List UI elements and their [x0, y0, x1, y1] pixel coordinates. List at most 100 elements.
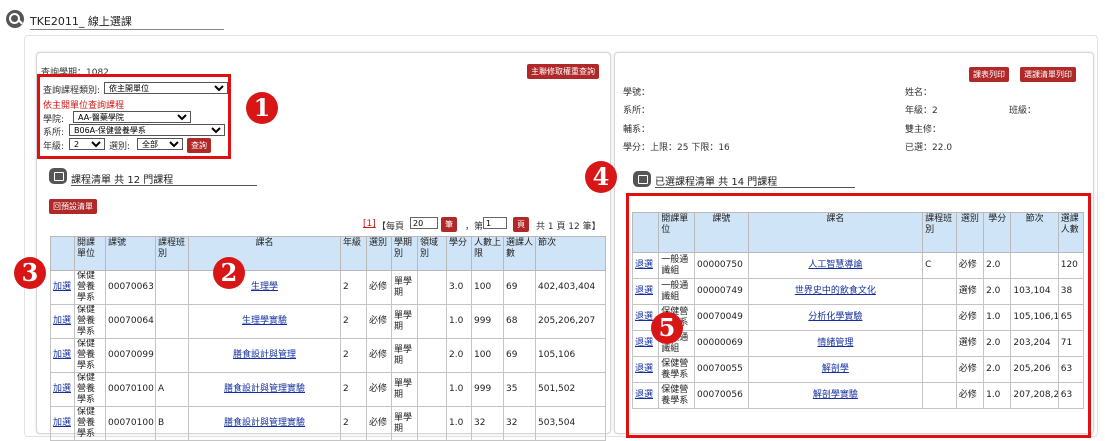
elective-cell: 必修	[366, 338, 392, 373]
main-query-button[interactable]: 主聯修取權重查詢	[527, 64, 599, 79]
add-course-link[interactable]: 加選	[50, 304, 75, 339]
domain-cell	[417, 372, 447, 407]
print-schedule-button[interactable]: 課表列印	[969, 67, 1009, 82]
header-course-no: 課號	[105, 236, 156, 271]
table-row: 加選 保健營養學系 00070100 A 膳食設計與管理實驗 2 必修 單學期 …	[50, 372, 606, 407]
edit-list-icon	[633, 171, 651, 187]
enrolled-cell: 68	[503, 304, 536, 339]
header-grade: 年級	[340, 236, 367, 271]
selected-list-title: 已選課程清單 共 14 門課程	[655, 177, 778, 188]
table-row: 加選 保健營養學系 00070100 B 膳食設計與管理實驗 2 必修 單學期 …	[50, 406, 606, 441]
table-row: 加選 保健營養學系 00070064 生理學實驗 2 必修 單學期 1.0 99…	[50, 304, 606, 339]
minor-label: 輔系：	[623, 125, 651, 135]
header-capacity: 人數上限	[471, 236, 504, 271]
grade-cell: 2	[340, 270, 367, 305]
class-cell: B	[155, 406, 189, 441]
semester-cell: 單學期	[391, 270, 418, 305]
pagination-summary: 共 1 頁 12 筆】	[536, 222, 601, 232]
selected-list-underline	[655, 187, 855, 188]
table-row: 加選 保健營養學系 00070099 膳食設計與管理 2 必修 單學期 2.0 …	[50, 338, 606, 373]
course-table-header: 開課單位 課號 課程班別 課名 年級 選別 學期別 領域別 學分 人數上限 選課…	[50, 236, 606, 271]
credits-cell: 1.0	[446, 372, 472, 407]
header-elective: 選別	[366, 236, 392, 271]
header-domain: 領域別	[417, 236, 447, 271]
per-page-button[interactable]: 筆	[441, 217, 457, 232]
semester-cell: 單學期	[391, 304, 418, 339]
elective-cell: 必修	[366, 406, 392, 441]
grade-cell: 2	[340, 338, 367, 373]
title-bar: TKE2011_ 線上選課	[6, 10, 224, 30]
add-course-link[interactable]: 加選	[50, 338, 75, 373]
course-name-link[interactable]: 生理學實驗	[188, 304, 341, 339]
course-table: 開課單位 課號 課程班別 課名 年級 選別 學期別 領域別 學分 人數上限 選課…	[50, 236, 606, 441]
periods-cell: 501,502	[535, 372, 606, 407]
enrolled-cell: 69	[503, 270, 536, 305]
annotation-badge-5: 5	[651, 312, 683, 344]
add-course-link[interactable]: 加選	[50, 372, 75, 407]
class-info-label: 班級：	[1009, 106, 1037, 116]
add-course-link[interactable]: 加選	[50, 406, 75, 441]
back-to-default-button[interactable]: 回預設清單	[49, 199, 97, 214]
class-cell	[155, 270, 189, 305]
unit-cell: 保健營養學系	[74, 372, 106, 407]
enrolled-cell: 69	[503, 338, 536, 373]
course-list-underline	[71, 185, 257, 186]
double-major-label: 雙主修：	[905, 125, 942, 135]
course-no-cell: 00070100	[105, 372, 156, 407]
course-no-cell: 00070099	[105, 338, 156, 373]
print-list-button[interactable]: 選課清單列印	[1020, 67, 1076, 82]
capacity-cell: 100	[471, 338, 504, 373]
course-name-link[interactable]: 生理學	[188, 270, 341, 305]
semester-cell: 單學期	[391, 372, 418, 407]
selected-credits-label: 已選：22.0	[905, 143, 953, 153]
periods-cell: 503,504	[535, 406, 606, 441]
credits-cell: 2.0	[446, 338, 472, 373]
course-no-cell: 00070064	[105, 304, 156, 339]
course-name-link[interactable]: 膳食設計與管理	[188, 338, 341, 373]
page-prefix: ，第	[465, 222, 484, 232]
credits-cell: 1.0	[446, 406, 472, 441]
dept-info-label: 系所：	[623, 106, 651, 116]
per-page-input[interactable]	[410, 217, 438, 229]
capacity-cell: 32	[471, 406, 504, 441]
annotation-badge-2: 2	[213, 257, 245, 289]
header-credits: 學分	[446, 236, 472, 271]
add-course-link[interactable]: 加選	[50, 270, 75, 305]
header-semester: 學期別	[391, 236, 418, 271]
credits-cell: 1.0	[446, 304, 472, 339]
unit-cell: 保健營養學系	[74, 270, 106, 305]
header-action	[50, 236, 75, 271]
page-link-1[interactable]: [1]	[363, 219, 376, 229]
capacity-cell: 999	[471, 372, 504, 407]
header-course-name: 課名	[188, 236, 341, 271]
domain-cell	[417, 304, 447, 339]
domain-cell	[417, 270, 447, 305]
annotation-badge-4: 4	[585, 161, 617, 193]
unit-cell: 保健營養學系	[74, 406, 106, 441]
elective-cell: 必修	[366, 304, 392, 339]
annotation-box-filter	[37, 74, 231, 159]
domain-cell	[417, 406, 447, 441]
enrolled-cell: 35	[503, 372, 536, 407]
unit-cell: 保健營養學系	[74, 304, 106, 339]
name-label: 姓名：	[905, 88, 933, 98]
enrolled-cell: 32	[503, 406, 536, 441]
header-class: 課程班別	[155, 236, 189, 271]
course-name-link[interactable]: 膳食設計與管理實驗	[188, 406, 341, 441]
page-input[interactable]	[483, 217, 507, 229]
grade-cell: 2	[340, 372, 367, 407]
annotation-badge-1: 1	[246, 92, 278, 124]
class-cell: A	[155, 372, 189, 407]
table-row: 加選 保健營養學系 00070063 生理學 2 必修 單學期 3.0 100 …	[50, 270, 606, 305]
course-list-title: 課程清單 共 12 門課程	[71, 175, 174, 186]
periods-cell: 402,403,404	[535, 270, 606, 305]
header-periods: 節次	[535, 236, 606, 271]
elective-cell: 必修	[366, 372, 392, 407]
grade-info-label: 年級：2	[905, 106, 938, 116]
title-underline	[30, 29, 224, 30]
grade-cell: 2	[340, 406, 367, 441]
course-no-cell: 00070100	[105, 406, 156, 441]
credit-limits-label: 學分：上限：25 下限：16	[623, 143, 730, 153]
course-name-link[interactable]: 膳食設計與管理實驗	[188, 372, 341, 407]
page-go-button[interactable]: 頁	[513, 217, 529, 232]
